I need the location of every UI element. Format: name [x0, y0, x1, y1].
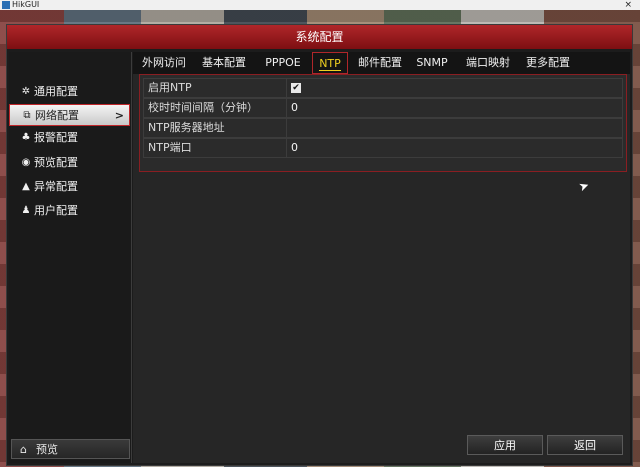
sidebar-item-label: 通用配置 [34, 85, 78, 98]
sync-interval-row: 校时时间间隔（分钟） 0 [143, 98, 623, 118]
tab-ntp-label: NTP [319, 57, 341, 71]
bell-icon: ♣ [21, 132, 31, 143]
tab-pppoe[interactable]: PPPOE [261, 52, 305, 74]
ntp-port-input[interactable]: 0 [291, 139, 298, 157]
ntp-server-label: NTP服务器地址 [144, 119, 287, 137]
ntp-port-label: NTP端口 [144, 139, 287, 157]
window-title: 系统配置 [7, 25, 632, 49]
app-titlebar: HikGUI × [0, 0, 640, 10]
eye-icon: ◉ [21, 157, 31, 168]
sidebar-item-preview[interactable]: ◉ 预览配置 [9, 152, 130, 174]
sidebar-item-label: 网络配置 [35, 109, 79, 122]
warning-icon: ▲ [22, 181, 30, 192]
preview-button-label: 预览 [36, 443, 58, 456]
sidebar-item-general[interactable]: ✲ 通用配置 [9, 81, 130, 103]
sidebar-item-network[interactable]: ⧉ 网络配置 > [9, 104, 130, 126]
enable-ntp-checkbox[interactable]: ✔ [291, 83, 301, 93]
tab-external-access[interactable]: 外网访问 [139, 52, 189, 74]
home-icon: ⌂ [20, 443, 27, 456]
app-icon [2, 1, 10, 9]
sync-interval-label: 校时时间间隔（分钟） [144, 99, 287, 117]
ntp-server-row: NTP服务器地址 [143, 118, 623, 138]
network-icon: ⧉ [23, 110, 31, 121]
enable-ntp-row: 启用NTP ✔ [143, 78, 623, 98]
sidebar-item-label: 异常配置 [34, 180, 78, 193]
ntp-settings-form: 启用NTP ✔ 校时时间间隔（分钟） 0 NTP服务器地址 NTP端口 0 [139, 74, 627, 172]
sidebar-item-user[interactable]: ♟ 用户配置 [9, 200, 130, 222]
sidebar: ✲ 通用配置 ⧉ 网络配置 > ♣ 报警配置 ◉ 预览配置 ▲ 异常配置 ♟ 用… [9, 52, 132, 463]
back-button[interactable]: 返回 [547, 435, 623, 455]
users-icon: ♟ [21, 205, 31, 216]
tab-basic[interactable]: 基本配置 [199, 52, 249, 74]
enable-ntp-label: 启用NTP [144, 79, 287, 97]
tab-email[interactable]: 邮件配置 [355, 52, 405, 74]
close-icon[interactable]: × [624, 0, 632, 10]
tab-more[interactable]: 更多配置 [523, 52, 573, 74]
tab-snmp[interactable]: SNMP [414, 52, 450, 74]
main-panel: 外网访问 基本配置 PPPOE NTP 邮件配置 SNMP 端口映射 更多配置 … [133, 52, 630, 463]
sync-interval-input[interactable]: 0 [291, 99, 298, 117]
tab-port-mapping[interactable]: 端口映射 [463, 52, 513, 74]
preview-button[interactable]: ⌂ 预览 [11, 439, 130, 459]
config-window: 系统配置 ✲ 通用配置 ⧉ 网络配置 > ♣ 报警配置 ◉ 预览配置 ▲ 异常配… [6, 24, 633, 466]
sidebar-item-exception[interactable]: ▲ 异常配置 [9, 176, 130, 198]
tab-bar: 外网访问 基本配置 PPPOE NTP 邮件配置 SNMP 端口映射 更多配置 [133, 52, 630, 74]
tab-ntp[interactable]: NTP [312, 52, 348, 74]
sidebar-item-label: 用户配置 [34, 204, 78, 217]
gear-icon: ✲ [21, 86, 31, 97]
apply-button[interactable]: 应用 [467, 435, 543, 455]
sidebar-item-label: 报警配置 [34, 131, 78, 144]
sidebar-item-alarm[interactable]: ♣ 报警配置 [9, 127, 130, 149]
chevron-right-icon: > [114, 109, 124, 122]
app-title: HikGUI [12, 0, 40, 9]
ntp-port-row: NTP端口 0 [143, 138, 623, 158]
sidebar-item-label: 预览配置 [34, 156, 78, 169]
